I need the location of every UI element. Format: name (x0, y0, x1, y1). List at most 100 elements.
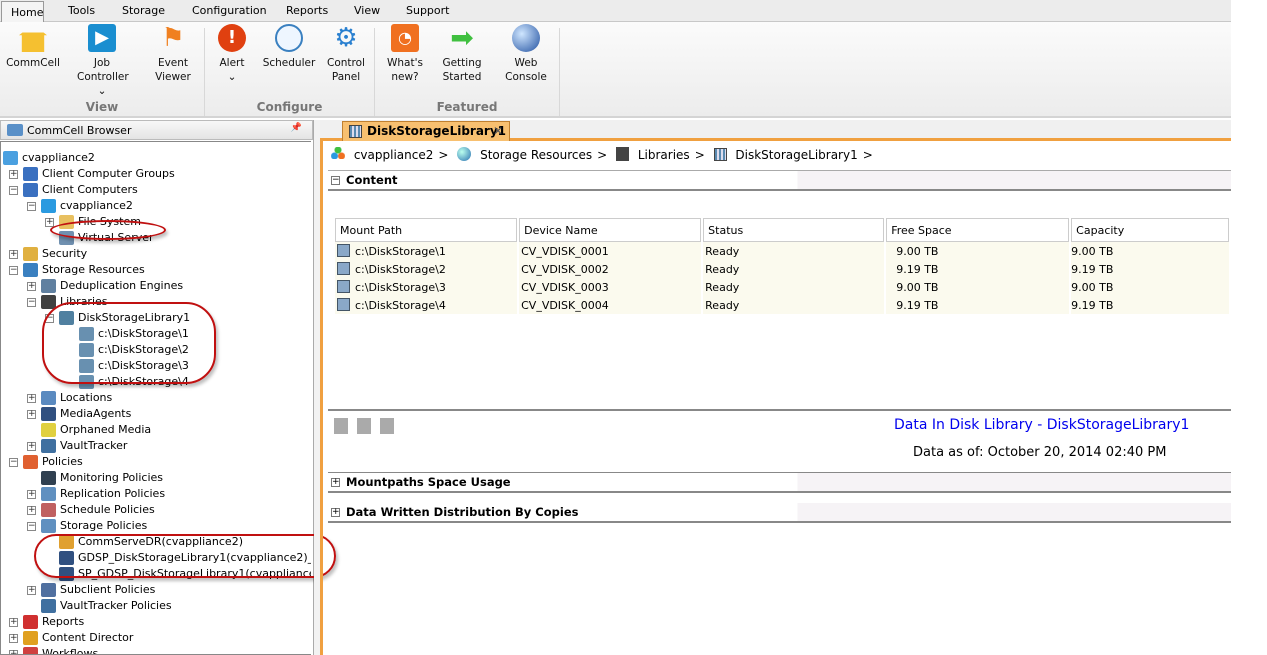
tree-node[interactable]: + Content Director (1, 630, 311, 646)
scheduler-button[interactable]: Scheduler (260, 24, 318, 70)
tree-node[interactable]: SP_GDSP_DiskStorageLibrary1(cvappliance2… (1, 566, 311, 582)
column-header-free-space[interactable]: Free Space (886, 218, 1070, 242)
tree-node[interactable]: − Policies (1, 454, 311, 470)
tree-node[interactable]: − Storage Policies (1, 518, 311, 534)
expand-icon[interactable]: + (27, 394, 36, 403)
cell-text: 9.19 TB (1071, 262, 1114, 276)
tree-node[interactable]: + Subclient Policies (1, 582, 311, 598)
expand-icon[interactable]: + (9, 250, 18, 259)
tree-node[interactable]: + MediaAgents (1, 406, 311, 422)
tree-node[interactable]: + Locations (1, 390, 311, 406)
collapse-icon[interactable]: − (27, 202, 36, 211)
tree-node[interactable]: − Libraries (1, 294, 311, 310)
tree-node[interactable]: cvappliance2 (1, 150, 311, 166)
table-row[interactable]: c:\DiskStorage\2 CV_VDISK_0002 Ready 9.19 T… (335, 260, 1229, 278)
tab-view[interactable]: View (354, 4, 380, 17)
collapse-icon[interactable]: − (9, 458, 18, 467)
table-row[interactable]: c:\DiskStorage\4 CV_VDISK_0004 Ready 9.19 T… (335, 296, 1229, 314)
tree-node[interactable]: CommServeDR(cvappliance2) (1, 534, 311, 550)
collapse-icon[interactable]: − (9, 266, 18, 275)
html-export-icon[interactable] (357, 418, 371, 434)
tree-node[interactable]: + Reports (1, 614, 311, 630)
tab-tools[interactable]: Tools (68, 4, 95, 17)
commcell-button[interactable]: CommCell (2, 24, 64, 70)
expand-icon[interactable]: + (9, 650, 18, 654)
mountpaths-space-usage-section[interactable]: + Mountpaths Space Usage (328, 473, 1231, 493)
column-header-device-name[interactable]: Device Name (519, 218, 702, 242)
expand-icon[interactable]: + (27, 282, 36, 291)
expand-icon[interactable]: + (45, 218, 54, 227)
breadcrumb-item[interactable]: Storage Resources (480, 148, 592, 162)
expand-icon[interactable]: + (9, 170, 18, 179)
tree-node[interactable]: + Schedule Policies (1, 502, 311, 518)
tab-disk-storage-library[interactable]: DiskStorageLibrary1 ✕ (342, 121, 510, 141)
expand-icon[interactable]: + (331, 508, 340, 517)
web-console-button[interactable]: Web Console (500, 24, 552, 84)
table-row[interactable]: c:\DiskStorage\3 CV_VDISK_0003 Ready 9.00 T… (335, 278, 1229, 296)
expand-icon[interactable]: + (27, 586, 36, 595)
job-controller-button[interactable]: ▶ Job Controller ⌄ (66, 24, 138, 98)
expand-icon[interactable]: + (27, 442, 36, 451)
breadcrumb-item[interactable]: DiskStorageLibrary1 (735, 148, 857, 162)
breadcrumb-item[interactable]: cvappliance2 (354, 148, 434, 162)
tree-node[interactable]: VaultTracker Policies (1, 598, 311, 614)
control-panel-button[interactable]: ⚙ Control Panel (322, 24, 370, 84)
collapse-icon[interactable]: − (27, 522, 36, 531)
collapse-icon[interactable]: − (9, 186, 18, 195)
tree-node[interactable]: Orphaned Media (1, 422, 311, 438)
collapse-icon[interactable]: − (27, 298, 36, 307)
tree-node[interactable]: c:\DiskStorage\1 (1, 326, 311, 342)
tree-node[interactable]: + Replication Policies (1, 486, 311, 502)
tab-storage[interactable]: Storage (122, 4, 165, 17)
tab-support[interactable]: Support (406, 4, 449, 17)
tree-node[interactable]: − cvappliance2 (1, 198, 311, 214)
tree-node[interactable]: + Deduplication Engines (1, 278, 311, 294)
tree-node-icon (23, 455, 38, 469)
tree-node[interactable]: GDSP_DiskStorageLibrary1(cvappliance2)_(… (1, 550, 311, 566)
tree-node[interactable]: + VaultTracker (1, 438, 311, 454)
tab-configuration[interactable]: Configuration (192, 4, 267, 17)
excel-export-icon[interactable] (380, 418, 394, 434)
close-tab-icon[interactable]: ✕ (493, 124, 503, 138)
tree-node-icon (41, 599, 56, 613)
tree-node[interactable]: + Security (1, 246, 311, 262)
column-header-status[interactable]: Status (703, 218, 885, 242)
content-section-header[interactable]: − Content (328, 171, 1231, 191)
expand-icon[interactable]: + (27, 410, 36, 419)
tree-node-label: Deduplication Engines (60, 279, 184, 292)
tab-home[interactable]: Home (1, 1, 44, 23)
column-header-mount-path[interactable]: Mount Path (335, 218, 518, 242)
whats-new-button[interactable]: ◔ What's new? (380, 24, 430, 84)
pin-icon[interactable]: 📌 (291, 123, 302, 133)
data-written-distribution-section[interactable]: + Data Written Distribution By Copies (328, 503, 1231, 523)
expand-icon[interactable]: + (27, 506, 36, 515)
collapse-icon[interactable]: − (45, 314, 54, 323)
table-row[interactable]: c:\DiskStorage\1 CV_VDISK_0001 Ready 9.00 T… (335, 242, 1229, 260)
pdf-export-icon[interactable] (334, 418, 348, 434)
tree-node[interactable]: c:\DiskStorage\2 (1, 342, 311, 358)
tree-node[interactable]: − Client Computers (1, 182, 311, 198)
tree-node[interactable]: c:\DiskStorage\3 (1, 358, 311, 374)
alert-button[interactable]: ! Alert ⌄ (210, 24, 254, 84)
tab-reports[interactable]: Reports (286, 4, 328, 17)
collapse-icon[interactable]: − (331, 176, 340, 185)
expand-icon[interactable]: + (331, 478, 340, 487)
tree-node[interactable]: + Client Computer Groups (1, 166, 311, 182)
tree-node[interactable]: Virtual Server (1, 230, 311, 246)
expand-icon[interactable]: + (27, 490, 36, 499)
tree-node[interactable]: − DiskStorageLibrary1 (1, 310, 311, 326)
tree-node[interactable]: + Workflows (1, 646, 311, 654)
tree-node[interactable]: c:\DiskStorage\4 (1, 374, 311, 390)
expand-icon[interactable]: + (9, 618, 18, 627)
tree-node[interactable]: + File System (1, 214, 311, 230)
breadcrumb-item[interactable]: Libraries (638, 148, 690, 162)
column-header-capacity[interactable]: Capacity (1071, 218, 1229, 242)
tree-node[interactable]: − Storage Resources (1, 262, 311, 278)
expand-icon[interactable]: + (9, 634, 18, 643)
section-title: Content (346, 173, 398, 187)
event-viewer-button[interactable]: ⚑ Event Viewer (146, 24, 200, 84)
report-title[interactable]: Data In Disk Library - DiskStorageLibrar… (894, 417, 1189, 433)
getting-started-button[interactable]: ➡ Getting Started (436, 24, 488, 84)
tree-node[interactable]: Monitoring Policies (1, 470, 311, 486)
tree-node-icon (23, 167, 38, 181)
